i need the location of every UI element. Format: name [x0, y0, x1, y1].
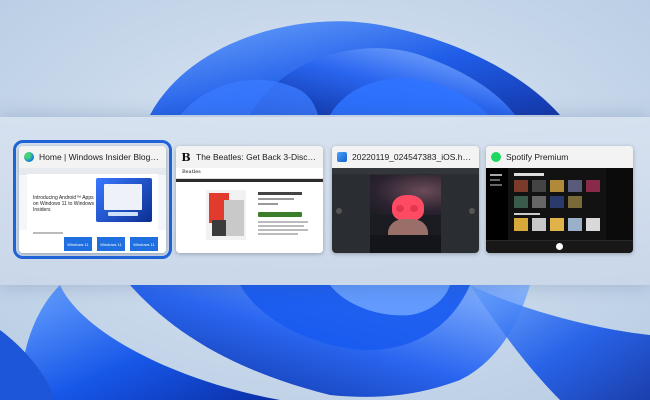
photo-image [370, 175, 441, 253]
window-title: 20220119_024547383_iOS.heic - Photos [352, 152, 474, 162]
album-tile[interactable] [568, 180, 582, 192]
window-thumbnail-header: 20220119_024547383_iOS.heic - Photos [332, 146, 479, 168]
product-image [206, 190, 246, 240]
play-button[interactable] [556, 243, 563, 250]
window-preview: Introducing Android™ Apps on Windows 11 … [19, 168, 166, 253]
album-tile[interactable] [532, 218, 546, 231]
window-thumbnail-photos[interactable]: 20220119_024547383_iOS.heic - Photos [332, 146, 479, 253]
beatles-logo: Beatles [182, 169, 201, 175]
photos-icon [337, 152, 347, 162]
beatles-b-icon: B [181, 150, 191, 164]
album-tile[interactable] [586, 180, 600, 192]
album-tile[interactable] [514, 218, 528, 231]
album-tile[interactable] [532, 180, 546, 192]
window-thumbnail-header: Spotify Premium [486, 146, 633, 168]
album-tile[interactable] [550, 196, 564, 208]
album-tile[interactable] [550, 180, 564, 192]
album-tile[interactable] [586, 218, 600, 231]
window-preview [332, 168, 479, 253]
window-preview [486, 168, 633, 253]
album-tile[interactable] [568, 218, 582, 231]
album-tile[interactable] [568, 196, 582, 208]
window-title: The Beatles: Get Back 3-Disc Blu-ray... [196, 152, 318, 162]
album-tile[interactable] [514, 196, 528, 208]
blog-tile[interactable]: Windows 11 [97, 237, 125, 251]
window-title: Home | Windows Insider Blog and 1... [39, 152, 161, 162]
spotify-friend-activity [606, 168, 633, 240]
window-thumbnail-edge[interactable]: Home | Windows Insider Blog and 1... Int… [13, 140, 172, 259]
window-preview: Beatles [176, 168, 323, 253]
album-tile[interactable] [532, 196, 546, 208]
edge-icon [24, 152, 34, 162]
blog-hero-image [96, 178, 152, 222]
window-thumbnail-beatles[interactable]: B The Beatles: Get Back 3-Disc Blu-ray..… [176, 146, 323, 253]
blog-tile[interactable]: Windows 11 [64, 237, 92, 251]
blog-tile[interactable]: Windows 11 [130, 237, 158, 251]
window-thumbnail-header: Home | Windows Insider Blog and 1... [19, 146, 166, 168]
window-title: Spotify Premium [506, 152, 569, 162]
window-thumbnail-spotify[interactable]: Spotify Premium [486, 146, 633, 253]
blog-headline: Introducing Android™ Apps on Windows 11 … [33, 195, 95, 213]
add-to-cart-button[interactable] [258, 212, 302, 217]
album-tile[interactable] [514, 180, 528, 192]
window-thumbnail-header: B The Beatles: Get Back 3-Disc Blu-ray..… [176, 146, 323, 168]
album-tile[interactable] [550, 218, 564, 231]
spotify-icon [491, 152, 501, 162]
